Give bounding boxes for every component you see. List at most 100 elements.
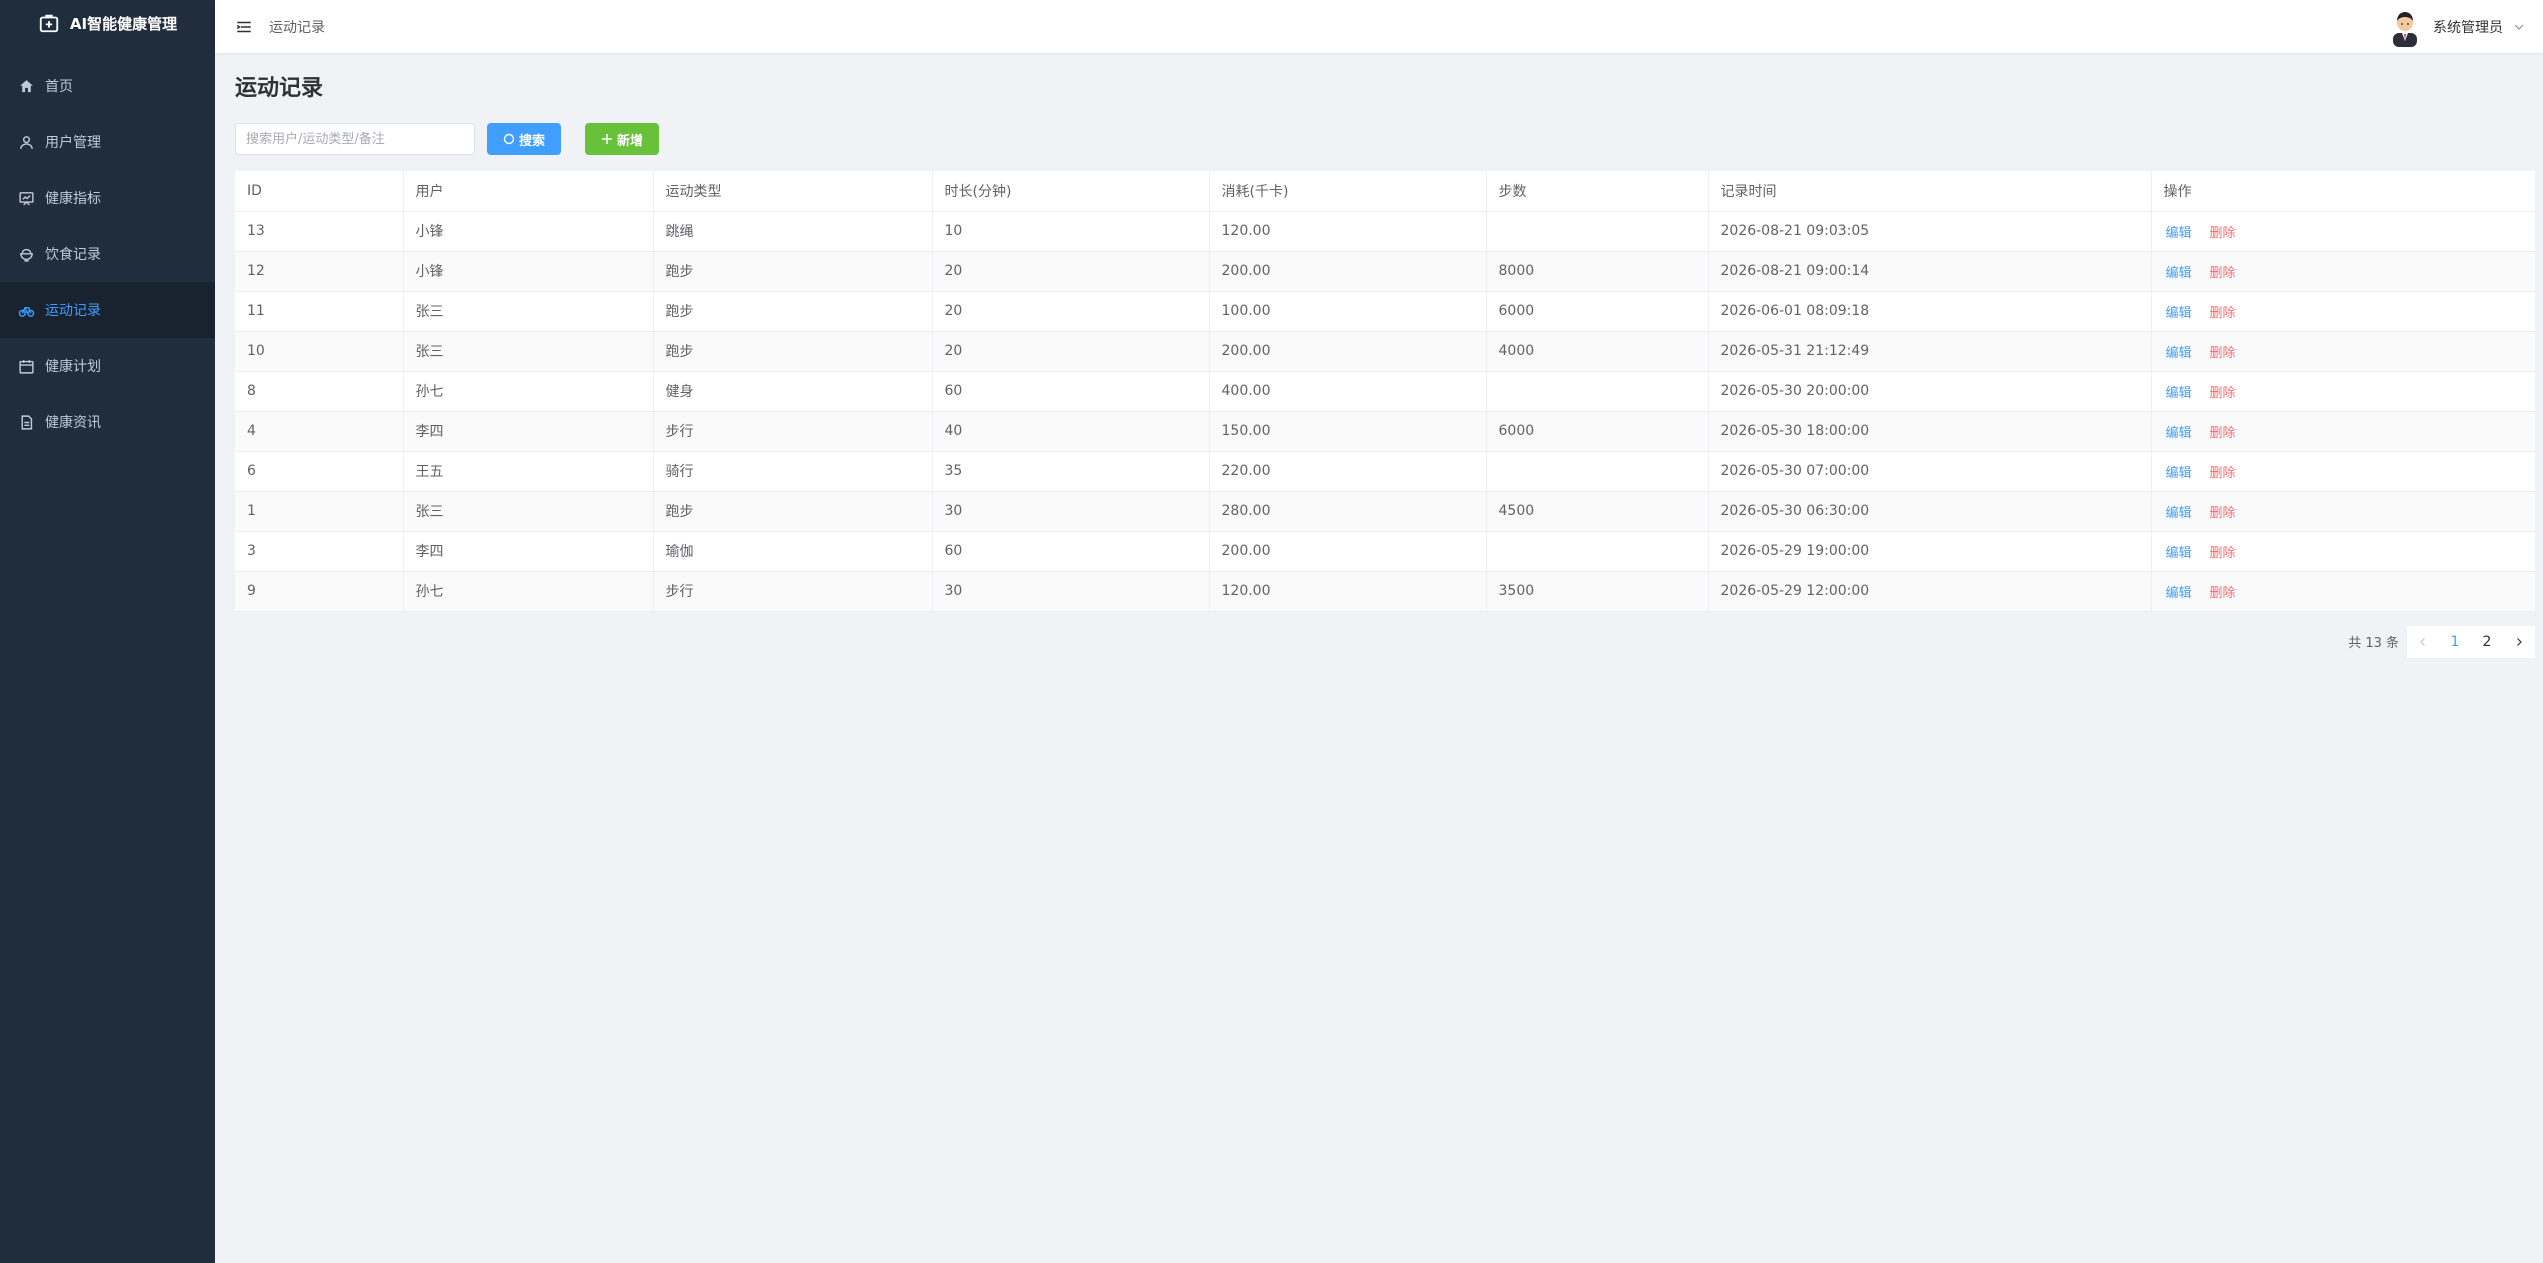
add-button[interactable]: 新增 [585,123,659,155]
table-cell: 11 [235,291,404,332]
table-cell: 60 [932,371,1210,412]
column-header: ID [235,171,404,212]
delete-button[interactable]: 删除 [2210,426,2236,441]
table-row: 6 王五 骑行 35 220.00 2026-05-30 07:00:00 编辑 删除 [235,451,2535,492]
table-cell: 2026-05-30 20:00:00 [1708,371,2152,412]
exercise-table: ID 用户 运动类型 时长(分钟) 消耗(千卡) 步数 记录时间 操作 13 小锋 跳绳 10 120… [235,171,2535,612]
table-cell: 400.00 [1209,371,1487,412]
delete-button[interactable]: 删除 [2210,466,2236,481]
sidebar-menu: 首页 用户管理 健康指标 饮食记录 运动记录 健康计划 健康资讯 [0,58,215,450]
page-button-1[interactable]: 1 [2439,626,2471,658]
calendar-icon [19,359,34,374]
table-cell: 12 [235,251,404,292]
table-cell: 150.00 [1209,411,1487,452]
sidebar-item-label: 健康资讯 [45,415,101,431]
edit-button[interactable]: 编辑 [2166,586,2192,601]
table-cell: 4500 [1486,491,1709,532]
table-cell: 骑行 [653,451,933,492]
sidebar-item-diet-records[interactable]: 饮食记录 [0,226,215,282]
row-actions: 编辑 删除 [2151,571,2535,612]
pagination: 共 13 条 1 2 [235,625,2535,658]
edit-button[interactable]: 编辑 [2166,506,2192,521]
delete-button[interactable]: 删除 [2210,346,2236,361]
sidebar-item-health-metrics[interactable]: 健康指标 [0,170,215,226]
table-cell: 20 [932,251,1210,292]
table-cell: 跳绳 [653,211,933,252]
prev-page-button[interactable] [2407,626,2439,658]
table-cell: 李四 [403,411,654,452]
user-menu[interactable]: 系统管理员 [2387,0,2525,53]
column-header: 记录时间 [1708,171,2152,212]
main-content: 运动记录 搜索 新增 ID用户运动类型时长(分钟)消耗(千卡)步数记录时间操作 … [235,53,2535,658]
table-cell: 120.00 [1209,211,1487,252]
table-cell: 120.00 [1209,571,1487,612]
table-cell: 跑步 [653,291,933,332]
table-cell: 200.00 [1209,331,1487,372]
table-row: 4 李四 步行 40 150.00 6000 2026-05-30 18:00:00 编辑 删除 [235,411,2535,452]
edit-button[interactable]: 编辑 [2166,226,2192,241]
edit-button[interactable]: 编辑 [2166,346,2192,361]
sidebar-item-health-plans[interactable]: 健康计划 [0,338,215,394]
edit-button[interactable]: 编辑 [2166,426,2192,441]
chevron-left-icon [2420,637,2425,646]
row-actions: 编辑 删除 [2151,211,2535,252]
search-button[interactable]: 搜索 [487,123,561,155]
table-cell: 步行 [653,411,933,452]
table-header-row: ID 用户 运动类型 时长(分钟) 消耗(千卡) 步数 记录时间 操作 [235,171,2535,212]
add-button-label: 新增 [617,133,644,149]
delete-button[interactable]: 删除 [2210,306,2236,321]
menu-toggle-icon[interactable] [235,18,253,36]
delete-button[interactable]: 删除 [2210,586,2236,601]
edit-button[interactable]: 编辑 [2166,306,2192,321]
edit-button[interactable]: 编辑 [2166,546,2192,561]
sidebar-item-label: 用户管理 [45,135,101,151]
sidebar-item-label: 健康计划 [45,359,101,375]
table-cell: 2026-05-29 19:00:00 [1708,531,2152,572]
app-logo[interactable]: AI智能健康管理 [0,0,215,46]
edit-button[interactable]: 编辑 [2166,266,2192,281]
table-cell: 王五 [403,451,654,492]
delete-button[interactable]: 删除 [2210,226,2236,241]
column-header: 步数 [1486,171,1709,212]
sidebar-item-label: 健康指标 [45,191,101,207]
edit-button[interactable]: 编辑 [2166,386,2192,401]
sidebar: AI智能健康管理 首页 用户管理 健康指标 饮食记录 运动记录 健康计划 健康资… [0,0,215,1263]
bicycle-icon [18,306,35,317]
search-input[interactable] [235,123,475,155]
table-cell: 张三 [403,491,654,532]
plus-icon [602,134,612,144]
table-cell: 2026-08-21 09:03:05 [1708,211,2152,252]
user-icon [20,135,33,149]
column-header: 操作 [2151,171,2535,212]
table-cell: 30 [932,571,1210,612]
delete-button[interactable]: 删除 [2210,266,2236,281]
sidebar-item-home[interactable]: 首页 [0,58,215,114]
edit-button[interactable]: 编辑 [2166,466,2192,481]
table-row: 9 孙七 步行 30 120.00 3500 2026-05-29 12:00:00 编辑 删除 [235,571,2535,612]
sidebar-item-users[interactable]: 用户管理 [0,114,215,170]
table-cell: 6000 [1486,291,1709,332]
table-cell: 跑步 [653,251,933,292]
delete-button[interactable]: 删除 [2210,546,2236,561]
delete-button[interactable]: 删除 [2210,386,2236,401]
total-count: 共 13 条 [2348,636,2399,651]
table-cell: 9 [235,571,404,612]
breadcrumb[interactable]: 运动记录 [269,17,325,37]
table-cell: 4 [235,411,404,452]
sidebar-item-label: 首页 [45,79,73,95]
table-cell: 4000 [1486,331,1709,372]
table-cell: 跑步 [653,331,933,372]
table-cell: 8000 [1486,251,1709,292]
sidebar-item-exercise-records[interactable]: 运动记录 [0,282,215,338]
row-actions: 编辑 删除 [2151,251,2535,292]
table-cell: 280.00 [1209,491,1487,532]
table-cell: 30 [932,491,1210,532]
next-page-button[interactable] [2503,626,2535,658]
table-cell: 40 [932,411,1210,452]
page-button-2[interactable]: 2 [2471,626,2503,658]
table-row: 3 李四 瑜伽 60 200.00 2026-05-29 19:00:00 编辑 删除 [235,531,2535,572]
delete-button[interactable]: 删除 [2210,506,2236,521]
table-cell: 20 [932,291,1210,332]
sidebar-item-label: 运动记录 [45,303,101,319]
sidebar-item-health-news[interactable]: 健康资讯 [0,394,215,450]
